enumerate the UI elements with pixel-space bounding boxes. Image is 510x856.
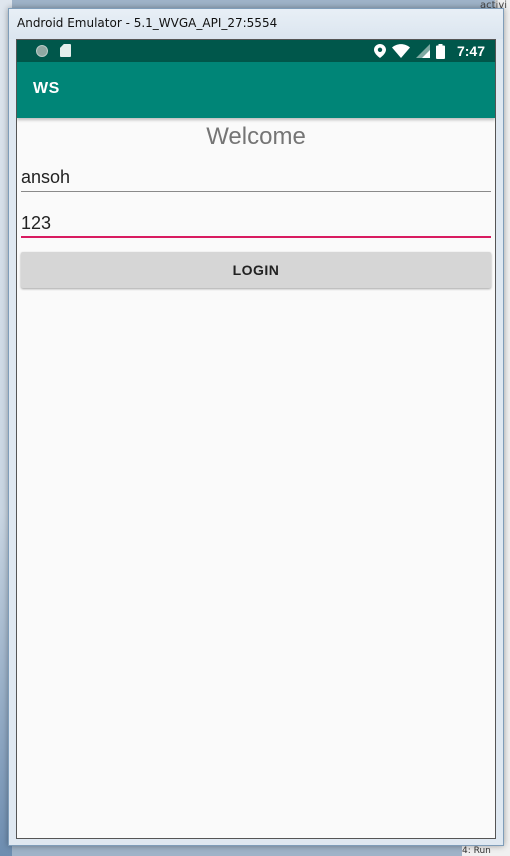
password-field-container [21, 198, 491, 244]
username-field-container [21, 152, 491, 198]
notification-dot-icon [36, 45, 48, 57]
location-icon [373, 44, 386, 58]
window-title[interactable]: Android Emulator - 5.1_WVGA_API_27:5554 [9, 9, 503, 39]
ide-run-tab-label: 4: Run [462, 846, 510, 856]
status-bar: 7:47 [17, 40, 495, 62]
password-underline [21, 236, 491, 238]
app-bar: WS [17, 62, 495, 118]
login-button[interactable]: LOGIN [21, 252, 491, 288]
signal-icon [415, 44, 430, 58]
wifi-icon [391, 44, 410, 58]
welcome-heading: Welcome [206, 123, 306, 150]
username-underline [21, 191, 491, 192]
battery-icon [435, 43, 445, 59]
status-icons: 7:47 [373, 40, 485, 62]
status-time: 7:47 [456, 43, 485, 59]
sd-card-icon [60, 44, 71, 57]
username-input[interactable] [21, 167, 491, 192]
app-title: WS [33, 80, 60, 97]
password-input[interactable] [21, 213, 491, 238]
main-content: Welcome LOGIN [17, 122, 495, 288]
emulator-window: Android Emulator - 5.1_WVGA_API_27:5554 [8, 8, 504, 846]
device-screen: 7:47 WS Welcome LOGIN [16, 39, 496, 839]
